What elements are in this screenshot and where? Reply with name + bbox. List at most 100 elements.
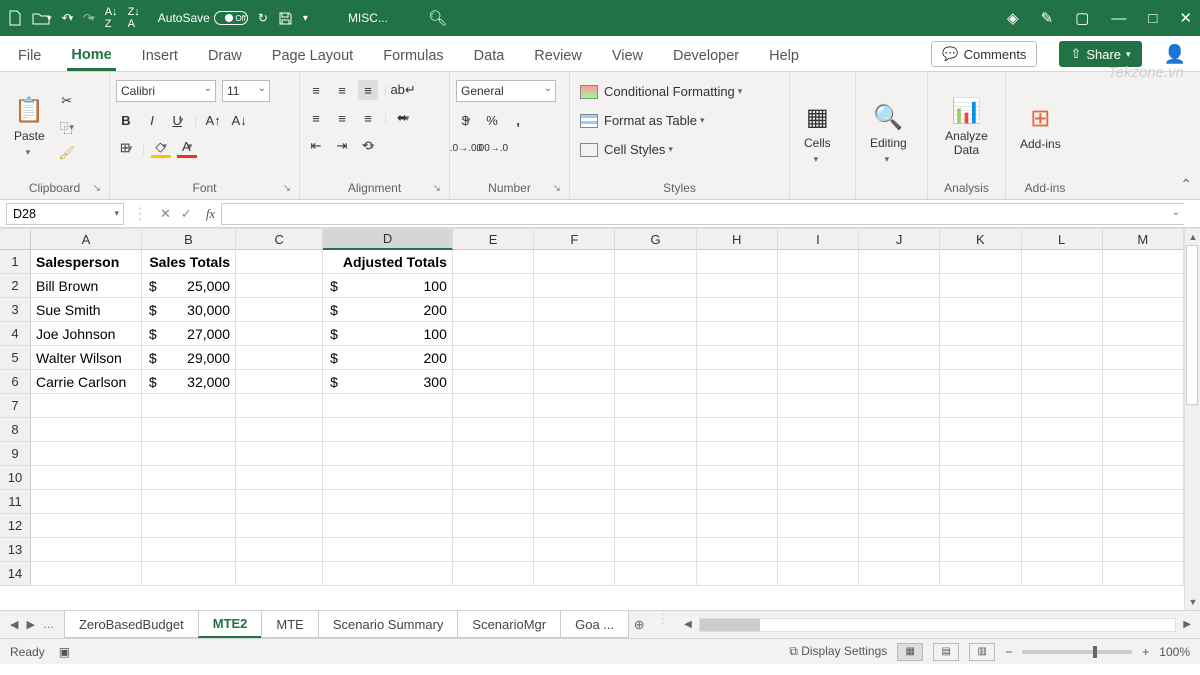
cell[interactable]: Sue Smith: [31, 298, 142, 322]
new-file-icon[interactable]: [8, 10, 22, 26]
cell[interactable]: [859, 466, 940, 490]
cell[interactable]: [778, 466, 859, 490]
cell[interactable]: [236, 490, 323, 514]
cell[interactable]: [1022, 466, 1103, 490]
cell[interactable]: [1103, 562, 1184, 586]
share-button[interactable]: ⇧ Share ▾: [1059, 41, 1141, 67]
cell[interactable]: $25,000: [142, 274, 236, 298]
column-header[interactable]: I: [778, 229, 859, 250]
editing-button[interactable]: 🔍Editing▾: [862, 76, 915, 192]
cell[interactable]: [940, 538, 1021, 562]
cell[interactable]: [236, 466, 323, 490]
cell[interactable]: [778, 490, 859, 514]
cell[interactable]: [1022, 394, 1103, 418]
cell[interactable]: [615, 370, 696, 394]
cell[interactable]: [1103, 370, 1184, 394]
cell[interactable]: [1103, 490, 1184, 514]
cell[interactable]: [697, 466, 778, 490]
cancel-formula-icon[interactable]: ✕: [160, 206, 171, 222]
merge-center-icon[interactable]: ⬌▾: [393, 108, 413, 128]
sort-desc-icon[interactable]: Z↓A: [128, 6, 140, 30]
cell[interactable]: [940, 346, 1021, 370]
column-header[interactable]: D: [323, 229, 453, 250]
cell[interactable]: [940, 490, 1021, 514]
autosave-toggle[interactable]: AutoSave Off: [158, 11, 248, 25]
orientation-icon[interactable]: ⟲▾: [358, 136, 378, 156]
sheet-tab[interactable]: MTE2: [198, 611, 263, 638]
increase-indent-icon[interactable]: ⇥: [332, 136, 352, 156]
cell[interactable]: [859, 346, 940, 370]
increase-decimal-icon[interactable]: .0→.00: [456, 138, 476, 158]
tab-draw[interactable]: Draw: [204, 40, 246, 71]
zoom-in-icon[interactable]: +: [1142, 645, 1149, 659]
touch-icon[interactable]: ✎: [1041, 9, 1054, 27]
cell[interactable]: [1022, 370, 1103, 394]
cell[interactable]: [859, 514, 940, 538]
cell[interactable]: [142, 418, 236, 442]
minimize-icon[interactable]: —: [1111, 10, 1126, 27]
column-header[interactable]: C: [236, 229, 323, 250]
vertical-scrollbar[interactable]: ▲ ▼: [1184, 229, 1200, 610]
cell[interactable]: [236, 394, 323, 418]
cell[interactable]: [615, 418, 696, 442]
cell[interactable]: $300: [323, 370, 453, 394]
formula-input[interactable]: [221, 203, 1184, 225]
cell[interactable]: [236, 346, 323, 370]
cell[interactable]: [940, 298, 1021, 322]
format-painter-icon[interactable]: 🖌: [57, 143, 77, 163]
cell[interactable]: [697, 514, 778, 538]
borders-icon[interactable]: ⊞▾: [116, 138, 136, 158]
cell[interactable]: [1103, 538, 1184, 562]
cell[interactable]: [323, 514, 453, 538]
cell[interactable]: [940, 394, 1021, 418]
cell[interactable]: [615, 466, 696, 490]
cell[interactable]: $100: [323, 322, 453, 346]
cell[interactable]: [31, 466, 142, 490]
cell[interactable]: [1022, 346, 1103, 370]
cell[interactable]: [940, 370, 1021, 394]
tab-developer[interactable]: Developer: [669, 40, 743, 71]
cell[interactable]: [778, 250, 859, 274]
page-layout-view-icon[interactable]: ▤: [933, 643, 959, 661]
cell[interactable]: [453, 562, 534, 586]
name-box[interactable]: D28: [6, 203, 124, 225]
column-header[interactable]: L: [1022, 229, 1103, 250]
percent-icon[interactable]: %: [482, 110, 502, 130]
cell[interactable]: [1022, 514, 1103, 538]
cell[interactable]: [615, 442, 696, 466]
analyze-data-button[interactable]: 📊Analyze Data: [934, 76, 999, 178]
font-color-icon[interactable]: A▾: [177, 138, 197, 158]
cell[interactable]: [453, 346, 534, 370]
row-header[interactable]: 13: [0, 538, 31, 562]
cell[interactable]: [697, 322, 778, 346]
row-header[interactable]: 2: [0, 274, 31, 298]
cell[interactable]: [1022, 298, 1103, 322]
cell[interactable]: [1103, 514, 1184, 538]
align-right-icon[interactable]: ≡: [358, 108, 378, 128]
cell[interactable]: [142, 514, 236, 538]
cell[interactable]: [453, 418, 534, 442]
number-format-combo[interactable]: General: [456, 80, 556, 102]
cell[interactable]: [615, 562, 696, 586]
align-middle-icon[interactable]: ≡: [332, 80, 352, 100]
cell[interactable]: [236, 538, 323, 562]
cell[interactable]: [859, 322, 940, 346]
row-header[interactable]: 9: [0, 442, 31, 466]
macro-record-icon[interactable]: ▣: [59, 645, 70, 659]
cell[interactable]: [697, 370, 778, 394]
row-header[interactable]: 10: [0, 466, 31, 490]
cell[interactable]: [1103, 394, 1184, 418]
close-icon[interactable]: ✕: [1179, 9, 1192, 27]
paste-button[interactable]: 📋 Paste ▾: [6, 76, 53, 178]
cell[interactable]: [1022, 562, 1103, 586]
fill-color-icon[interactable]: ◇▾: [151, 138, 171, 158]
cell[interactable]: Adjusted Totals: [323, 250, 453, 274]
row-header[interactable]: 14: [0, 562, 31, 586]
decrease-indent-icon[interactable]: ⇤: [306, 136, 326, 156]
cell[interactable]: [534, 490, 615, 514]
align-left-icon[interactable]: ≡: [306, 108, 326, 128]
column-header[interactable]: E: [453, 229, 534, 250]
cell[interactable]: [859, 490, 940, 514]
cell[interactable]: [940, 418, 1021, 442]
page-break-view-icon[interactable]: ▥: [969, 643, 995, 661]
